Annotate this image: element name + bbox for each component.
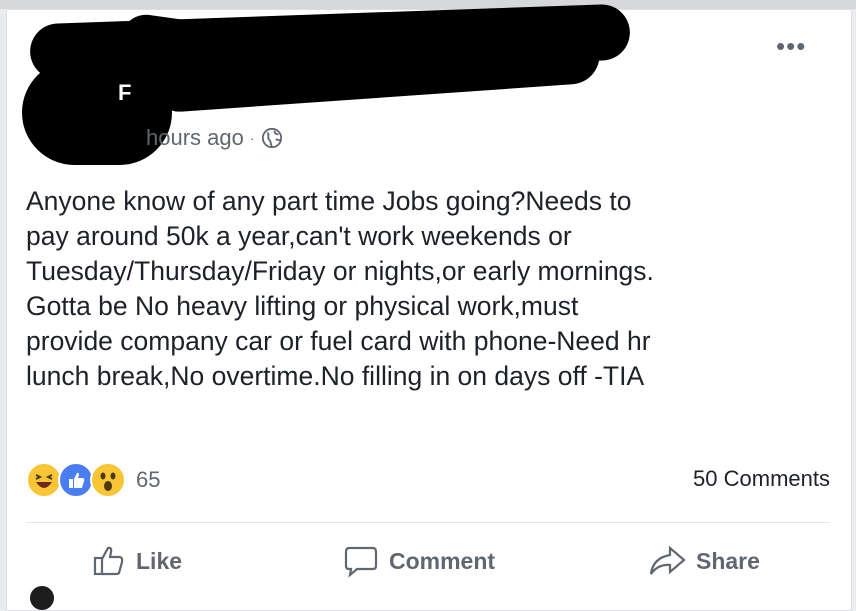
- wow-reaction-icon: [90, 462, 126, 498]
- comments-count-link[interactable]: 50 Comments: [693, 466, 830, 492]
- post-body: Anyone know of any part time Jobs going?…: [26, 186, 654, 391]
- cropped-avatar: [30, 586, 54, 610]
- post-timestamp[interactable]: hours ago: [146, 125, 244, 151]
- reaction-count: 65: [136, 467, 161, 492]
- globe-icon[interactable]: [261, 127, 283, 149]
- author-initial: F: [118, 80, 132, 105]
- like-label: Like: [136, 547, 183, 574]
- share-arrow-icon: [649, 545, 686, 575]
- post-meta: hours ago ·: [146, 125, 283, 151]
- share-button[interactable]: Share: [648, 544, 760, 578]
- like-button[interactable]: Like: [92, 544, 182, 578]
- like-reaction-icon: [58, 462, 94, 498]
- more-options-icon[interactable]: •••: [776, 33, 806, 59]
- share-label: Share: [696, 547, 760, 574]
- haha-reaction-icon: [26, 462, 62, 498]
- reactions-summary[interactable]: 65: [26, 462, 160, 498]
- action-bar: Like Comment Share: [0, 544, 856, 594]
- meta-separator: ·: [249, 130, 255, 146]
- comment-button[interactable]: Comment: [343, 544, 495, 578]
- thumbs-up-icon: [93, 546, 124, 576]
- top-edge: [0, 0, 856, 9]
- divider: [26, 522, 830, 523]
- comment-label: Comment: [389, 547, 496, 574]
- comment-bubble-icon: [344, 546, 378, 578]
